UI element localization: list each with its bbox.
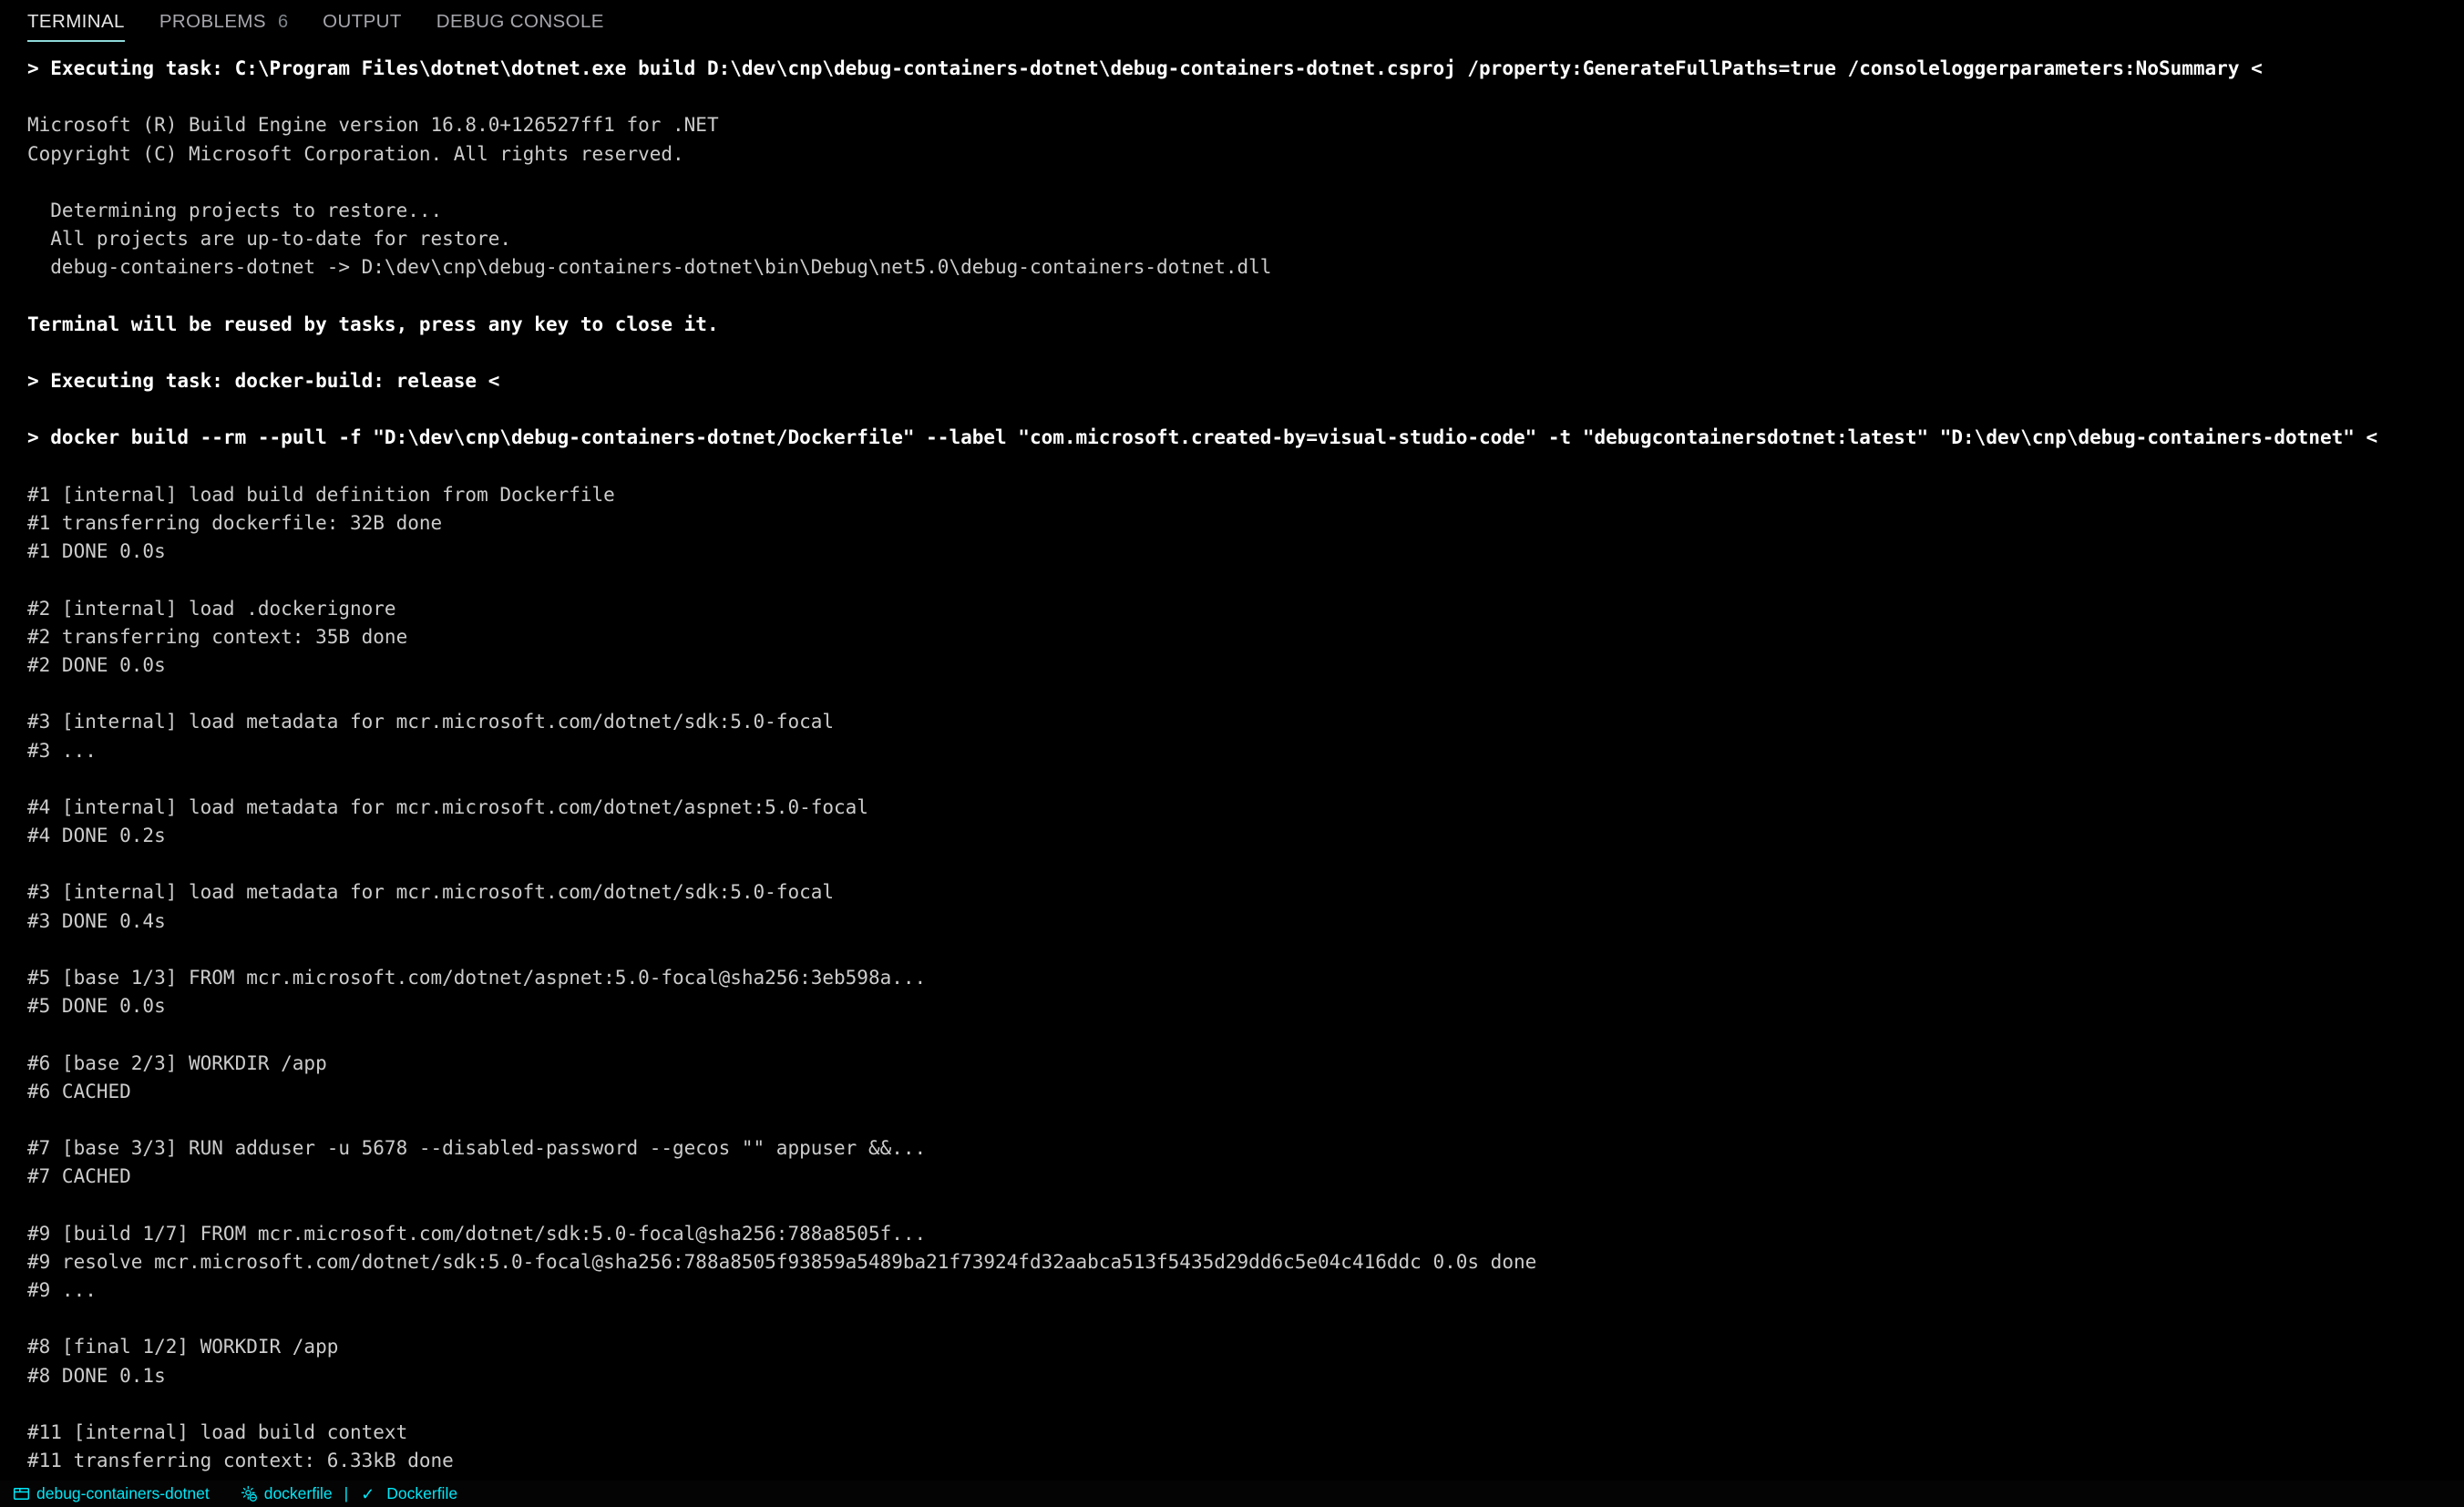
panel-tabs: TERMINAL PROBLEMS 6 OUTPUT DEBUG CONSOLE <box>0 11 639 42</box>
terminal-line: #11 transferring context: 6.33kB done <box>27 1450 454 1472</box>
terminal-line: #9 ... <box>27 1279 97 1302</box>
gear-minus-icon <box>241 1485 258 1502</box>
status-linter-label: Dockerfile <box>386 1483 458 1502</box>
terminal-line: #9 [build 1/7] FROM mcr.microsoft.com/do… <box>27 1222 927 1245</box>
terminal-line: #7 CACHED <box>27 1165 131 1188</box>
terminal-line: Determining projects to restore... <box>27 199 443 221</box>
terminal-line: > Executing task: docker-build: release … <box>27 370 500 393</box>
status-task-label: dockerfile <box>263 1483 333 1502</box>
terminal-line: #8 DONE 0.1s <box>27 1364 166 1387</box>
tab-terminal-label: TERMINAL <box>27 11 125 32</box>
tab-terminal[interactable]: TERMINAL <box>27 11 125 42</box>
terminal-line: > Executing task: C:\Program Files\dotne… <box>27 57 2263 79</box>
terminal-line: > docker build --rm --pull -f "D:\dev\cn… <box>27 426 2378 449</box>
status-branch-item[interactable]: debug-containers-dotnet <box>13 1485 210 1502</box>
tab-debug-console-label: DEBUG CONSOLE <box>436 11 604 32</box>
tab-output-label: OUTPUT <box>323 11 402 32</box>
status-branch-label: debug-containers-dotnet <box>36 1483 210 1502</box>
terminal-line: debug-containers-dotnet -> D:\dev\cnp\de… <box>27 256 1272 279</box>
terminal-output-area[interactable]: > Executing task: C:\Program Files\dotne… <box>0 55 2464 1481</box>
status-bar: debug-containers-dotnet dockerfile | ✓ D… <box>0 1481 2464 1507</box>
tab-problems-underline <box>159 40 288 42</box>
terminal-line: #5 [base 1/3] FROM mcr.microsoft.com/dot… <box>27 967 927 989</box>
terminal-line: #4 [internal] load metadata for mcr.micr… <box>27 795 868 818</box>
terminal-line: All projects are up-to-date for restore. <box>27 228 512 251</box>
terminal-line: #3 DONE 0.4s <box>27 909 166 932</box>
terminal-line: #9 resolve mcr.microsoft.com/dotnet/sdk:… <box>27 1250 1537 1273</box>
tab-output-underline <box>323 40 402 42</box>
terminal-line: #7 [base 3/3] RUN adduser -u 5678 --disa… <box>27 1137 927 1160</box>
tab-problems-count: 6 <box>277 12 289 33</box>
source-control-folder-icon <box>13 1485 30 1502</box>
terminal-line: #4 DONE 0.2s <box>27 825 166 847</box>
terminal-line: #3 [internal] load metadata for mcr.micr… <box>27 881 835 904</box>
tab-terminal-active-underline <box>27 39 125 42</box>
check-icon: ✓ <box>361 1484 375 1503</box>
panel-tab-header: TERMINAL PROBLEMS 6 OUTPUT DEBUG CONSOLE <box>0 0 2464 55</box>
terminal-line: #6 CACHED <box>27 1080 131 1102</box>
tab-problems[interactable]: PROBLEMS 6 <box>159 11 289 42</box>
tab-problems-label: PROBLEMS <box>159 11 266 32</box>
terminal-line: #3 [internal] load metadata for mcr.micr… <box>27 711 835 733</box>
terminal-line: #2 [internal] load .dockerignore <box>27 597 396 620</box>
terminal-line: #6 [base 2/3] WORKDIR /app <box>27 1051 327 1074</box>
status-separator: | <box>344 1483 349 1502</box>
terminal-line: Copyright (C) Microsoft Corporation. All… <box>27 142 684 165</box>
terminal-line: #5 DONE 0.0s <box>27 995 166 1018</box>
terminal-line: #3 ... <box>27 739 97 762</box>
tab-debug-console[interactable]: DEBUG CONSOLE <box>436 11 604 42</box>
tab-output[interactable]: OUTPUT <box>323 11 402 42</box>
vscode-panel-window: TERMINAL PROBLEMS 6 OUTPUT DEBUG CONSOLE… <box>0 0 2464 1507</box>
terminal-line: #2 transferring context: 35B done <box>27 625 408 648</box>
terminal-line: #1 DONE 0.0s <box>27 540 166 563</box>
terminal-line: #2 DONE 0.0s <box>27 653 166 676</box>
terminal-line: Terminal will be reused by tasks, press … <box>27 313 719 335</box>
terminal-line: #1 transferring dockerfile: 32B done <box>27 512 443 534</box>
terminal-line: #1 [internal] load build definition from… <box>27 483 615 506</box>
terminal-line: #8 [final 1/2] WORKDIR /app <box>27 1336 339 1358</box>
tab-debug-console-underline <box>436 40 604 42</box>
terminal-line: #11 [internal] load build context <box>27 1421 408 1443</box>
terminal-line: Microsoft (R) Build Engine version 16.8.… <box>27 114 719 137</box>
status-task-item[interactable]: dockerfile | ✓ Dockerfile <box>241 1485 457 1502</box>
